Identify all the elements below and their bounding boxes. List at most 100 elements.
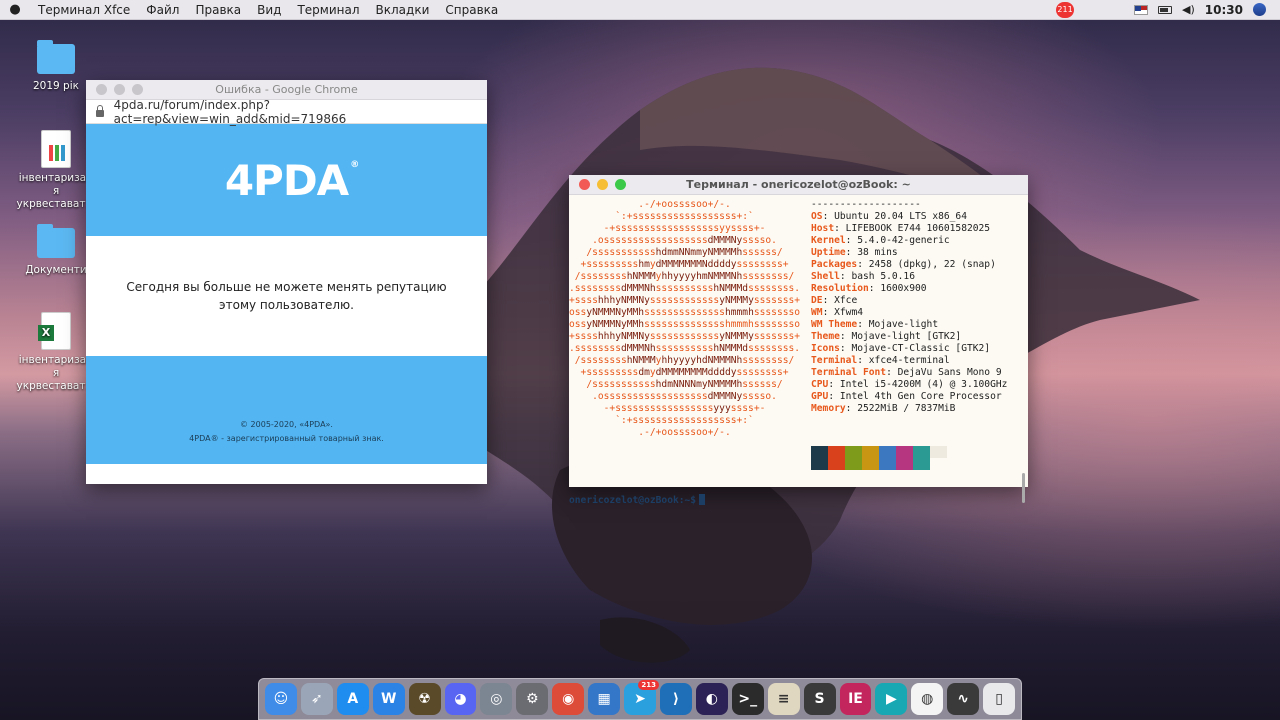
dock-glyph: ☢ (418, 691, 431, 707)
eclipse-icon[interactable]: ◐ (695, 683, 728, 715)
excel-icon (38, 312, 71, 350)
dock-glyph: >_ (738, 691, 758, 707)
page-header: 4PDA ® (86, 124, 487, 236)
desktop-folder-documents[interactable]: Документи (16, 224, 96, 277)
palette-swatch (811, 458, 828, 470)
palette-swatch (930, 458, 947, 470)
dock-badge: 213 (638, 680, 659, 690)
palette-swatch (811, 446, 828, 458)
dock-glyph: ◐ (705, 691, 718, 707)
dock-glyph: ◎ (490, 691, 503, 707)
discord-icon[interactable]: ◕ (444, 683, 477, 715)
dock-glyph: S (814, 691, 825, 707)
chrome-titlebar[interactable]: Ошибка - Google Chrome (86, 80, 487, 100)
dock-glyph: ▶ (885, 691, 897, 707)
scrollbar[interactable] (1022, 473, 1025, 503)
dock-glyph: ◍ (921, 691, 934, 707)
folder-icon (37, 40, 75, 74)
desktop-file-spreadsheet-1[interactable]: інвентаризац я укрвестават... (16, 130, 96, 211)
menu-tabs[interactable]: Вкладки (368, 3, 438, 17)
palette-swatch (913, 446, 930, 458)
dock: ☺ ➶ A W ☢ ◕ ◎ ⚙ ◉ ▦ ➤ 213 ⟩ ◐ >_ ≡ S IE ▶ ◍ ∿ ▯ (258, 678, 1022, 720)
trash-icon[interactable]: ▯ (983, 683, 1016, 715)
url-text[interactable]: 4pda.ru/forum/index.php?act=rep&view=win… (114, 98, 487, 126)
status-area: 211 ◀) 10:30 (1056, 1, 1280, 18)
color-palette (811, 446, 947, 470)
palette-swatch (862, 458, 879, 470)
telegram-icon[interactable]: ➤ 213 (624, 680, 659, 715)
desktop-file-spreadsheet-2[interactable]: інвентаризац я укрвестават... (16, 312, 96, 393)
lock-icon (96, 105, 104, 117)
palette-swatch (845, 446, 862, 458)
settings-icon[interactable]: ⚙ (516, 683, 549, 715)
chrome-icon[interactable]: ◉ (552, 683, 585, 715)
workspace-icon[interactable]: ▦ (588, 683, 621, 715)
finder-icon[interactable]: ☺ (265, 683, 297, 715)
launchpad-icon[interactable]: ➶ (300, 683, 333, 715)
play-icon[interactable]: ▶ (875, 683, 908, 715)
desktop-icon-label: інвентаризац я укрвестават... (16, 354, 96, 392)
apple-icon[interactable]: ● (0, 2, 30, 17)
terminal-output[interactable]: .-/+oossssoo+/-. `:+ssssssssssssssssss+:… (569, 195, 1028, 506)
dock-glyph: A (347, 691, 359, 707)
address-bar[interactable]: 4pda.ru/forum/index.php?act=rep&view=win… (86, 98, 487, 126)
appstore-icon[interactable]: A (336, 683, 369, 715)
logo-text: 4PDA (224, 155, 349, 205)
site-logo[interactable]: 4PDA ® (224, 155, 359, 205)
registered-mark: ® (350, 159, 359, 170)
wps-writer-icon[interactable]: W (372, 683, 405, 715)
terminal-window: Терминал - onericozelot@ozBook: ~ .-/+oo… (569, 175, 1028, 506)
page-footer: © 2005-2020, «4PDA». 4PDA® - зарегистрир… (86, 356, 487, 464)
monitor-icon[interactable]: ∿ (947, 683, 980, 715)
terminal-titlebar[interactable]: Терминал - onericozelot@ozBook: ~ (569, 175, 1028, 195)
dock-glyph: ☺ (273, 691, 289, 707)
dock-glyph: ➶ (310, 691, 323, 707)
radiation-icon[interactable]: ☢ (408, 683, 441, 715)
error-message: Сегодня вы больше не можете менять репут… (126, 280, 447, 312)
copyright-text: © 2005-2020, «4PDA». (240, 420, 333, 429)
dock-glyph: IE (848, 691, 863, 707)
palette-swatch (930, 446, 947, 458)
intellij-icon[interactable]: IE (839, 683, 872, 715)
palette-swatch (828, 446, 845, 458)
dock-glyph: ➤ (634, 691, 646, 707)
vscode-icon[interactable]: ⟩ (659, 683, 692, 715)
clock[interactable]: 10:30 (1205, 3, 1243, 17)
desktop-icon-label: 2019 рік (33, 80, 79, 92)
terminal-icon[interactable]: >_ (731, 683, 764, 715)
shell-prompt[interactable]: onericozelot@ozBook:~$ (569, 494, 706, 507)
chrome-window: Ошибка - Google Chrome 4pda.ru/forum/ind… (86, 80, 487, 484)
palette-swatch (896, 458, 913, 470)
dock-glyph: W (380, 691, 397, 707)
dock-glyph: ≡ (777, 691, 790, 707)
notes-icon[interactable]: ≡ (767, 683, 800, 715)
github-icon[interactable]: ◍ (911, 683, 944, 715)
menu-app-name[interactable]: Терминал Xfce (30, 3, 138, 17)
dock-glyph: ▦ (597, 691, 611, 707)
palette-swatch (913, 458, 930, 470)
dock-glyph: ▯ (995, 691, 1003, 707)
volume-icon[interactable]: ◀) (1182, 3, 1195, 16)
dock-glyph: ◉ (562, 691, 575, 707)
globe-icon[interactable] (1253, 3, 1266, 16)
disk-icon[interactable]: ◎ (480, 683, 513, 715)
desktop-icon-label: Документи (25, 264, 87, 276)
menu-view[interactable]: Вид (249, 3, 289, 17)
menu-help[interactable]: Справка (437, 3, 506, 17)
palette-swatch (896, 446, 913, 458)
keyboard-layout-flag-icon[interactable] (1134, 4, 1149, 15)
dock-glyph: ∿ (957, 691, 970, 707)
menu-terminal[interactable]: Терминал (289, 3, 367, 17)
menu-edit[interactable]: Правка (187, 3, 249, 17)
notification-badge[interactable]: 211 (1056, 1, 1075, 18)
battery-icon[interactable] (1158, 5, 1173, 14)
menu-file[interactable]: Файл (138, 3, 187, 17)
top-menubar: ● Терминал Xfce Файл Правка Вид Терминал… (0, 0, 1280, 20)
window-title: Терминал - onericozelot@ozBook: ~ (686, 178, 911, 191)
desktop-folder-2019[interactable]: 2019 рік (16, 40, 96, 93)
sublime-icon[interactable]: S (803, 683, 836, 715)
trademark-text: 4PDA® - зарегистрированный товарный знак… (189, 434, 384, 443)
dock-glyph: ⟩ (672, 691, 680, 707)
palette-swatch (862, 446, 879, 458)
dock-glyph: ◕ (454, 691, 467, 707)
